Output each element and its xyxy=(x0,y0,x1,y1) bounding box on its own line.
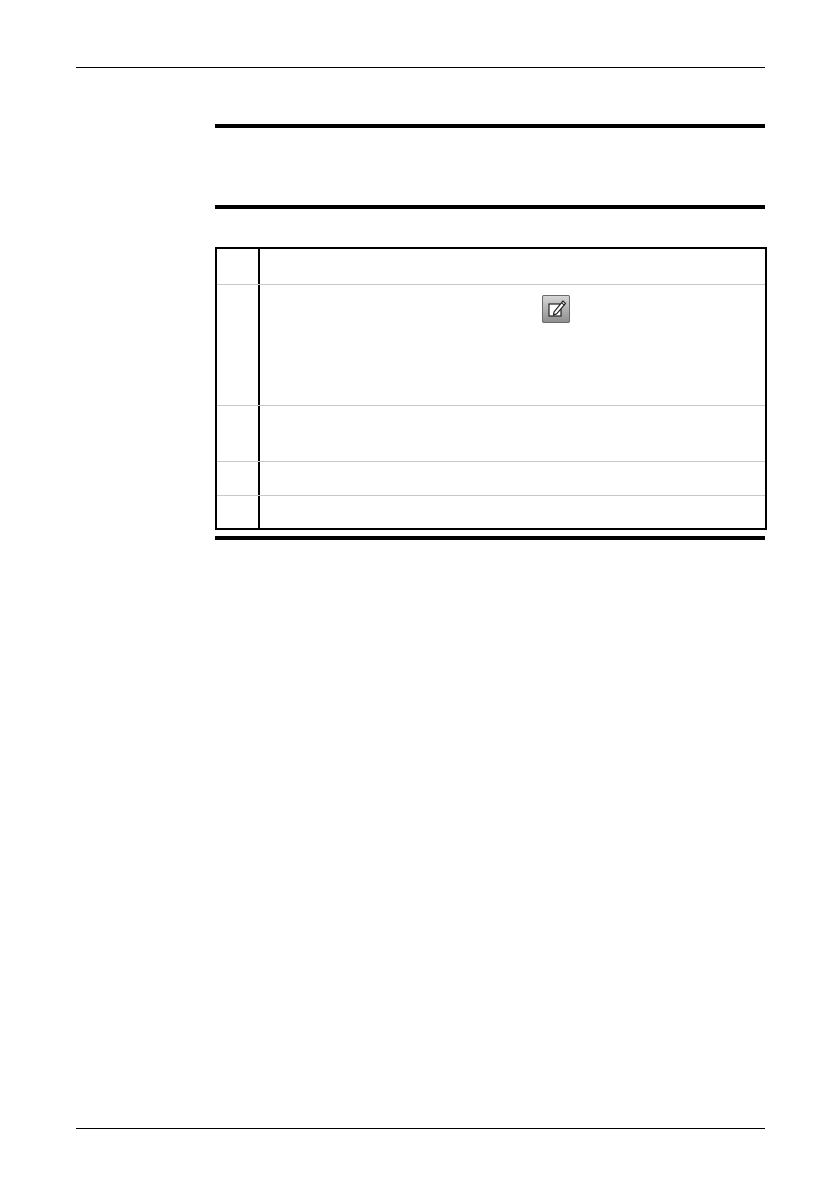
heading-bottom-bar xyxy=(215,205,765,209)
section-heading xyxy=(215,140,765,194)
footer-rule xyxy=(76,1128,765,1129)
procedure-table xyxy=(215,247,767,530)
header-rule xyxy=(76,67,765,68)
step-row xyxy=(217,461,765,495)
procedure-end-bar xyxy=(215,536,765,540)
edit-pencil-icon xyxy=(542,295,570,323)
heading-top-bar xyxy=(215,124,765,128)
step-row xyxy=(217,405,765,461)
step-row xyxy=(217,284,765,405)
step-row xyxy=(217,495,765,528)
step-row xyxy=(217,249,765,284)
